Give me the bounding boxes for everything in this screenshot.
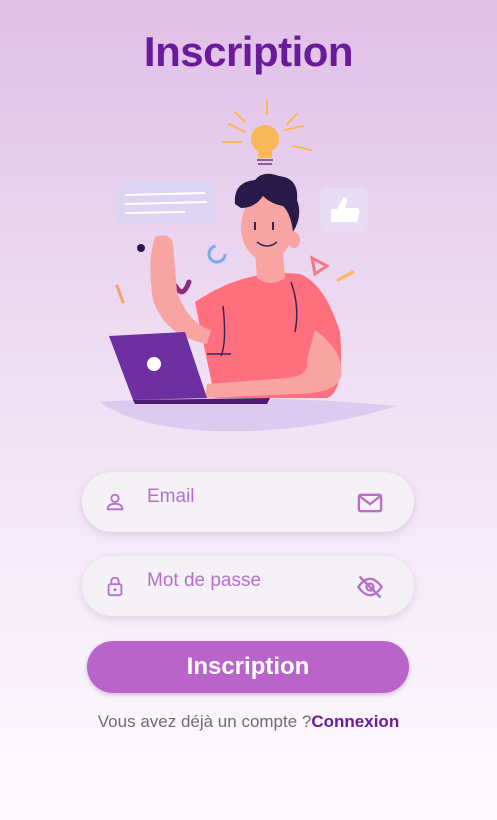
lock-icon — [107, 576, 123, 597]
mail-icon — [357, 493, 383, 513]
signup-button[interactable]: Inscription — [87, 641, 409, 693]
email-field[interactable]: Email — [82, 472, 414, 532]
login-prompt: Vous avez déjà un compte ?Connexion — [0, 712, 497, 732]
eye-off-icon[interactable] — [356, 573, 384, 601]
email-placeholder: Email — [147, 486, 195, 507]
password-placeholder: Mot de passe — [147, 570, 262, 591]
signup-illustration — [100, 99, 397, 432]
login-link[interactable]: Connexion — [311, 712, 399, 731]
person-icon — [106, 493, 124, 511]
password-field[interactable]: Mot de passe — [82, 556, 414, 616]
page-title: Inscription — [143, 28, 354, 75]
login-prompt-text: Vous avez déjà un compte ? — [97, 712, 312, 731]
